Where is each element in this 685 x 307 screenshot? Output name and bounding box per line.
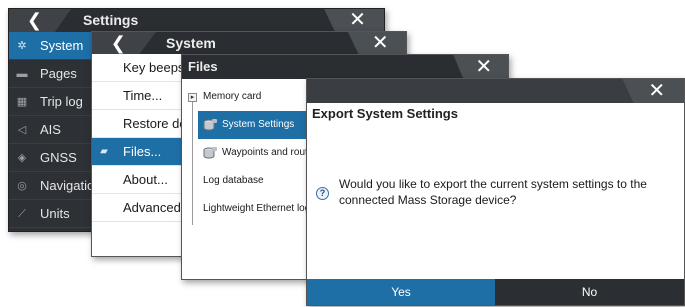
tree-item-label: System Settings — [222, 119, 295, 130]
sidebar-item-navigation[interactable]: ◎ Navigation — [9, 172, 101, 200]
tree-item-label: Waypoints and routes — [222, 147, 319, 158]
settings-title: Settings — [83, 12, 139, 28]
compass-icon: ◎ — [17, 180, 27, 192]
sidebar-item-label: GNSS — [40, 150, 77, 165]
sidebar-item-gnss[interactable]: ◈ GNSS — [9, 144, 95, 172]
settings-close-button[interactable]: ✕ — [324, 9, 384, 32]
trip-log-icon: ▦ — [16, 96, 28, 108]
settings-titlebar: ❮ Settings ✕ — [9, 9, 384, 32]
close-icon: ✕ — [475, 56, 493, 78]
menu-item-label: About... — [123, 172, 168, 187]
dialog-title: Export System Settings — [312, 106, 458, 121]
sidebar-item-system[interactable]: ✲ System — [9, 32, 95, 60]
files-close-button[interactable]: ✕ — [453, 55, 508, 79]
export-close-button[interactable]: ✕ — [622, 79, 684, 103]
system-back-button[interactable]: ❮ — [92, 32, 156, 54]
back-arrow-icon: ❮ — [110, 33, 126, 53]
files-titlebar: Files ✕ — [182, 55, 508, 79]
tree-item-label: Log database — [203, 175, 264, 186]
system-close-button[interactable]: ✕ — [347, 32, 406, 54]
dialog-message: Would you like to export the current sys… — [339, 177, 647, 207]
menu-item-label: Advanced — [123, 200, 181, 215]
settings-sidebar: ✲ System ▬ Pages ▦ Trip log ◁ AIS ◈ GNSS… — [9, 32, 101, 231]
close-icon: ✕ — [648, 80, 666, 102]
sidebar-item-label: Units — [40, 206, 70, 221]
gnss-icon: ◈ — [17, 152, 27, 164]
sidebar-item-pages[interactable]: ▬ Pages — [9, 60, 95, 88]
question-icon: ? — [316, 187, 329, 200]
close-icon: ✕ — [349, 9, 366, 31]
sidebar-item-units[interactable]: ⟋ Units — [9, 200, 95, 228]
files-title: Files — [188, 59, 218, 74]
yes-button[interactable]: Yes — [307, 279, 495, 305]
units-icon: ⟋ — [18, 208, 26, 220]
sidebar-item-ais[interactable]: ◁ AIS — [9, 116, 95, 144]
close-icon: ✕ — [371, 32, 389, 54]
settings-back-button[interactable]: ❮ — [9, 9, 71, 32]
database-icon — [203, 119, 217, 131]
dialog-button-row: Yes No — [307, 279, 684, 305]
pages-icon: ▬ — [16, 68, 28, 80]
gear-icon: ✲ — [17, 40, 27, 52]
menu-item-label: Time... — [123, 88, 163, 103]
tree-item-label: Lightweight Ethernet log — [203, 203, 311, 214]
back-arrow-icon: ❮ — [26, 10, 42, 30]
system-titlebar: ❮ System ✕ — [92, 32, 406, 54]
sidebar-item-trip-log[interactable]: ▦ Trip log — [9, 88, 95, 116]
database-icon — [203, 147, 217, 159]
export-dialog: ✕ Export System Settings ? Would you lik… — [306, 78, 685, 306]
expand-arrow-icon[interactable]: ▸ — [188, 93, 197, 102]
ais-icon: ◁ — [17, 124, 27, 136]
system-title: System — [166, 35, 216, 51]
folder-icon: ▰ — [100, 146, 108, 157]
sidebar-item-label: Pages — [40, 66, 77, 81]
menu-item-label: Files... — [123, 144, 162, 159]
sidebar-item-label: AIS — [40, 122, 61, 137]
export-titlebar: ✕ — [307, 79, 684, 103]
no-button[interactable]: No — [495, 279, 684, 305]
sidebar-item-label: System — [40, 38, 84, 53]
tree-item-label: Memory card — [203, 91, 262, 102]
menu-item-label: Key beeps — [123, 60, 185, 75]
sidebar-item-label: Trip log — [40, 94, 83, 109]
